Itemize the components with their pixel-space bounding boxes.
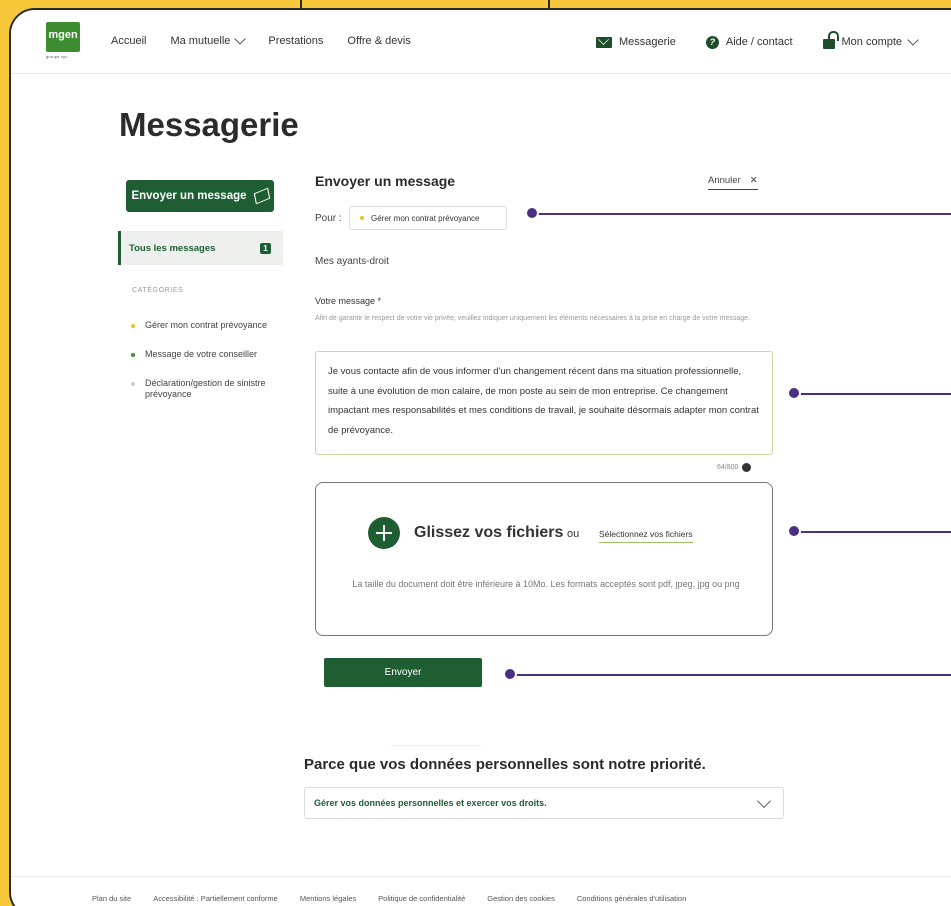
send-button[interactable]: Envoyer [324,658,482,687]
mail-icon [596,36,612,48]
footer-links: Plan du site Accessibilité : Partielleme… [92,894,686,903]
lock-icon [822,31,839,49]
nav-item-accueil[interactable]: Accueil [111,35,146,47]
message-textarea[interactable]: Je vous contacte afin de vous informer d… [315,351,773,455]
annotation-dot [503,667,517,681]
send-icon [253,187,270,205]
privacy-title: Parce que vos données personnelles sont … [304,756,706,773]
chevron-down-icon [907,34,919,46]
annotation-dot [787,524,801,538]
nav-item-aide-contact[interactable]: ? Aide / contact [705,35,793,49]
annotation-dot [787,386,801,400]
sidebar-item-all-messages[interactable]: Tous les messages 1 [118,231,283,265]
annotation-line [511,674,951,676]
footer-link[interactable]: Mentions légales [300,894,356,903]
category-dot-icon [360,216,364,220]
frame-notch [300,0,550,8]
privacy-accordion[interactable]: Gérer vos données personnelles et exerce… [304,787,784,819]
nav-item-messagerie[interactable]: Messagerie [596,35,676,49]
check-icon [742,463,752,472]
form-title: Envoyer un message [315,173,456,189]
char-counter: 64/800 [717,463,752,472]
nav-item-ma-mutuelle[interactable]: Ma mutuelle [170,33,247,47]
footer-link[interactable]: Conditions générales d'utilisation [577,894,686,903]
footer-link[interactable]: Accessibilité : Partiellement conforme [153,894,278,903]
footer: Plan du site Accessibilité : Partielleme… [11,876,951,906]
chevron-down-icon [234,33,247,45]
account-menu: Messagerie ? Aide / contact Mon compte [596,31,919,49]
help-icon: ? [705,35,719,49]
footer-link[interactable]: Gestion des cookies [487,894,555,903]
logo-subtitle: groupe vyv [46,54,68,59]
file-dropzone[interactable]: Glissez vos fichiers ou Sélectionnez vos… [315,482,773,636]
nav-item-mon-compte[interactable]: Mon compte [822,31,919,49]
categories-title: CATÉGORIES [132,287,184,294]
chevron-down-icon [756,793,772,809]
main-menu: Accueil Ma mutuelle Prestations Offre & … [111,33,411,47]
sidebar-category-sinistre[interactable]: Déclaration/gestion de sinistre prévoyan… [131,378,281,400]
cancel-button[interactable]: Annuler ✕ [708,175,758,190]
unread-count-badge: 1 [260,242,271,254]
footer-link[interactable]: Politique de confidentialité [378,894,465,903]
sidebar-category-conseiller[interactable]: Message de votre conseiller [131,349,281,360]
annotation-dot [525,206,539,220]
footer-link[interactable]: Plan du site [92,894,131,903]
sidebar-category-contrat[interactable]: Gérer mon contrat prévoyance [131,320,281,331]
select-files-link[interactable]: Sélectionnez vos fichiers [599,529,693,543]
file-size-note: La taille du document doit être inférieu… [352,579,740,589]
message-label: Votre message * [315,296,382,306]
message-privacy-note: Afin de garantir le respect de votre vie… [315,315,751,322]
recipient-chip[interactable]: Gérer mon contrat prévoyance [349,206,507,230]
close-icon: ✕ [749,175,758,186]
nav-item-offre-devis[interactable]: Offre & devis [347,35,410,47]
divider [391,745,481,746]
dropzone-title: Glissez vos fichiers [414,524,564,541]
add-file-icon[interactable] [368,517,400,549]
recipient-label: Pour : [315,213,342,224]
annotation-line [795,531,951,533]
mgen-logo[interactable]: mgen [46,22,80,52]
beneficiaries-label: Mes ayants-droit [315,256,389,267]
nav-item-prestations[interactable]: Prestations [268,35,323,47]
browser-frame: mgen groupe vyv Accueil Ma mutuelle Pres… [9,8,951,906]
new-message-button[interactable]: Envoyer un message [126,180,274,212]
top-navigation: mgen groupe vyv Accueil Ma mutuelle Pres… [11,10,951,74]
page-title: Messagerie [119,106,299,143]
category-dot-icon [131,324,135,328]
category-dot-icon [131,353,135,357]
annotation-line [795,393,951,395]
dropzone-or: ou [567,528,580,540]
annotation-line [533,213,951,215]
category-dot-icon [131,382,135,386]
